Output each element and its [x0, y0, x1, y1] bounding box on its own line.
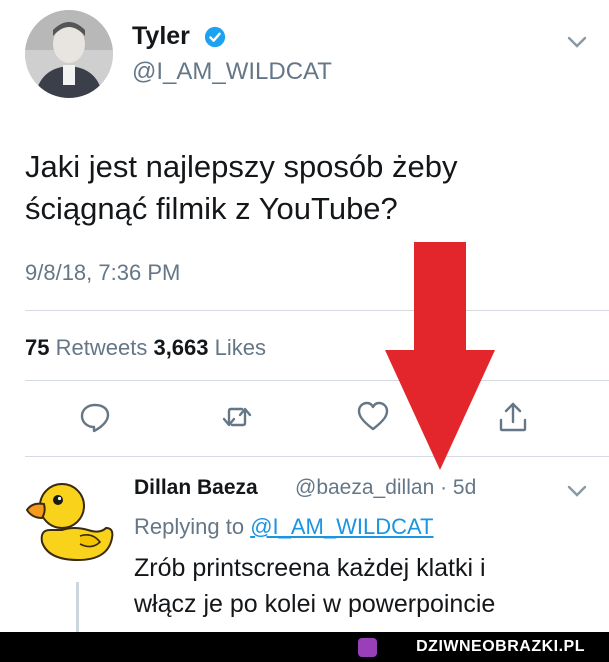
- share-button[interactable]: [496, 400, 530, 434]
- watermark-text: DZIWNEOBRAZKI.PL: [416, 638, 585, 655]
- retweets-count: 75: [25, 335, 50, 360]
- replying-to-line: Replying to @I_AM_WILDCAT: [134, 514, 434, 540]
- tweet-text-line: ściągnąć filmik z YouTube?: [25, 191, 398, 226]
- divider: [25, 380, 609, 381]
- likes-label: Likes: [214, 335, 266, 360]
- retweet-icon: [222, 407, 252, 427]
- reply-author-name[interactable]: Dillan Baeza: [134, 476, 258, 500]
- likes-stat[interactable]: 3,663 Likes: [153, 335, 266, 360]
- author-name[interactable]: Tyler: [132, 22, 190, 51]
- divider: [25, 456, 609, 457]
- reply-author-handle[interactable]: @baeza_dillan · 5d: [295, 476, 476, 500]
- tweet-timestamp[interactable]: 9/8/18, 7:36 PM: [25, 260, 180, 286]
- verified-badge-icon: [204, 26, 226, 48]
- replying-to-link[interactable]: @I_AM_WILDCAT: [250, 514, 433, 539]
- reply-author-avatar[interactable]: [22, 472, 122, 564]
- duck-avatar: [25, 483, 114, 562]
- reply-icon: [80, 403, 110, 433]
- author-handle[interactable]: @I_AM_WILDCAT: [132, 58, 332, 86]
- retweets-label: Retweets: [55, 335, 148, 360]
- chevron-down-icon[interactable]: [566, 484, 588, 498]
- watermark-logo-icon: [358, 638, 377, 657]
- likes-count: 3,663: [153, 335, 209, 360]
- red-arrow-icon: [385, 242, 495, 470]
- author-avatar[interactable]: [25, 10, 113, 98]
- share-icon: [499, 402, 527, 432]
- reply-text-line: Zrób printscreena każdej klatki i: [134, 554, 486, 582]
- reply-text-line: włącz je po kolei w powerpoincie: [134, 590, 496, 618]
- reply-text: Zrób printscreena każdej klatki i włącz …: [134, 550, 604, 622]
- avatar-photo: [25, 10, 113, 98]
- divider: [25, 310, 609, 311]
- retweet-button[interactable]: [220, 400, 254, 434]
- chevron-down-icon[interactable]: [566, 35, 588, 49]
- tweet-text: Jaki jest najlepszy sposób żeby ściągnąć…: [25, 146, 565, 230]
- reply-button[interactable]: [78, 400, 112, 434]
- tweet-stats: 75 Retweets 3,663 Likes: [25, 335, 266, 361]
- tweet-text-line: Jaki jest najlepszy sposób żeby: [25, 149, 458, 184]
- replying-to-label: Replying to: [134, 514, 245, 539]
- retweets-stat[interactable]: 75 Retweets: [25, 335, 147, 360]
- thread-line: [76, 582, 79, 632]
